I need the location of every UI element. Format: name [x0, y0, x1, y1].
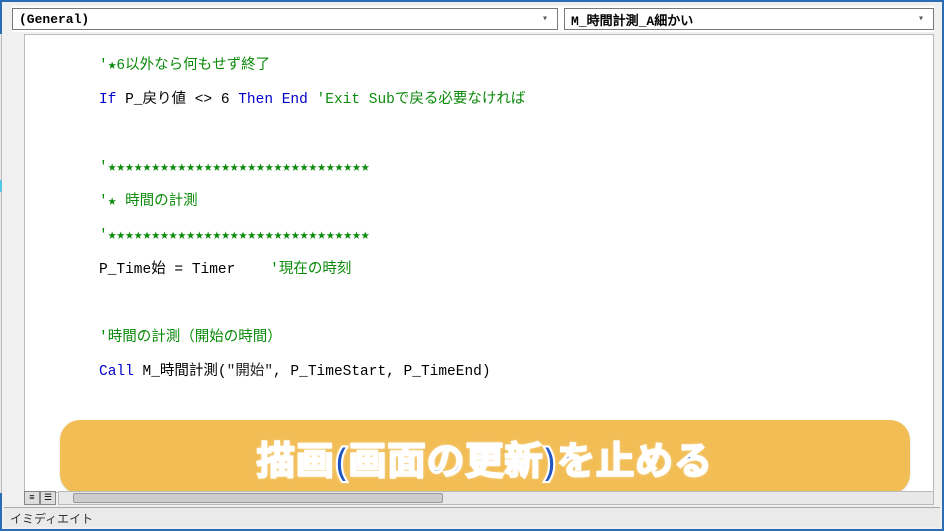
code-comment: '時間の計測（開始の時間） — [99, 330, 282, 346]
procedure-dropdown-value: M_時間計測_A細かい — [571, 10, 693, 29]
code-str: "開始" — [227, 364, 273, 380]
code-kw: If — [99, 92, 116, 108]
caption-overlay: 描画(画面の更新)を止める — [60, 420, 910, 494]
code-line: '★6以外なら何もせず終了 — [99, 58, 270, 74]
view-mode-buttons: ≡ ☰ — [24, 491, 56, 505]
horizontal-scrollbar[interactable] — [58, 491, 934, 505]
caption-text: 描画(画面の更新)を止める — [257, 430, 713, 485]
code-comment: 'Exit Subで戻る必要なければ — [317, 92, 526, 108]
margin-gutter[interactable] — [0, 34, 2, 493]
code-comment: '現在の時刻 — [270, 262, 351, 278]
code-txt: M_時間計測( — [134, 364, 227, 380]
code-comment: '★★★★★★★★★★★★★★★★★★★★★★★★★★★★★★ — [99, 228, 370, 244]
object-dropdown-value: (General) — [19, 12, 89, 27]
bookmark-marker[interactable] — [0, 180, 2, 192]
code-comment: '★★★★★★★★★★★★★★★★★★★★★★★★★★★★★★ — [99, 160, 370, 176]
immediate-window-title[interactable]: イミディエイト — [4, 507, 940, 527]
vba-editor-window: (General) ▾ M_時間計測_A細かい ▾ '★6以外なら何もせず終了 … — [0, 0, 944, 531]
immediate-label: イミディエイト — [10, 513, 93, 527]
object-dropdown[interactable]: (General) ▾ — [12, 8, 558, 30]
procedure-view-button[interactable]: ≡ — [24, 491, 40, 505]
procedure-dropdown[interactable]: M_時間計測_A細かい ▾ — [564, 8, 934, 30]
code-txt: P_Time始 = Timer — [99, 262, 270, 278]
scrollbar-thumb[interactable] — [73, 493, 443, 503]
code-txt: , P_TimeStart, P_TimeEnd) — [273, 364, 491, 380]
chevron-down-icon: ▾ — [537, 11, 553, 27]
code-txt: P_戻り値 <> 6 — [116, 92, 238, 108]
code-comment: '★ 時間の計測 — [99, 194, 198, 210]
code-kw: Call — [99, 364, 134, 380]
code-kw: Then End — [238, 92, 316, 108]
full-module-view-button[interactable]: ☰ — [40, 491, 56, 505]
object-proc-bar: (General) ▾ M_時間計測_A細かい ▾ — [12, 6, 934, 32]
chevron-down-icon: ▾ — [913, 11, 929, 27]
